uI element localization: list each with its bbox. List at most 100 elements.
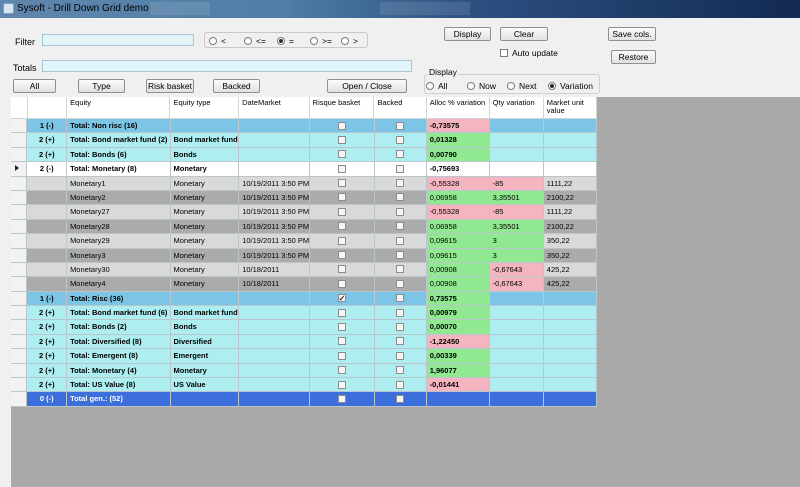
cell-equity-type[interactable]: Bonds [170, 147, 240, 163]
backed-checkbox[interactable] [396, 351, 405, 360]
cell-equity-type[interactable]: Monetary [170, 248, 240, 263]
backed-checkbox[interactable] [396, 121, 405, 130]
cell-qty-variation[interactable] [489, 349, 544, 364]
cell-qty-variation[interactable]: 3,35501 [489, 190, 544, 206]
risque-basket-checkbox[interactable] [337, 351, 346, 360]
table-row[interactable]: 1 (-) Total: Non risc (16) -0,73575 [11, 119, 598, 134]
cell-qty-variation[interactable] [489, 334, 544, 350]
cell-qty-variation[interactable] [489, 119, 544, 134]
cell-alloc-variation[interactable]: -0,75693 [426, 162, 490, 177]
cell-backed[interactable] [374, 334, 427, 350]
cell-qty-variation[interactable] [489, 133, 544, 148]
cell-market-unit-value[interactable]: 2100,22 [543, 190, 598, 206]
cell-market-unit-value[interactable] [543, 133, 598, 148]
level-toggle[interactable]: 2 (+) [27, 334, 68, 350]
table-row[interactable]: 2 (+) Total: Diversified (8) Diversified -1… [11, 334, 598, 350]
cell-equity[interactable]: Total: Emergent (8) [67, 349, 171, 364]
cell-market-unit-value[interactable] [543, 119, 598, 134]
cell-backed[interactable] [374, 219, 427, 235]
cell-alloc-variation[interactable]: -1,22450 [426, 334, 490, 350]
risque-basket-checkbox[interactable] [337, 251, 346, 260]
type-button[interactable]: Type [78, 79, 125, 93]
risque-basket-checkbox[interactable] [337, 292, 346, 305]
row-selector[interactable] [11, 119, 28, 134]
cell-risque-basket[interactable] [309, 291, 375, 307]
column-header-backed[interactable]: Backed [374, 97, 427, 119]
cell-equity[interactable]: Total: Diversified (8) [67, 334, 171, 350]
cell-equity[interactable]: Monetary4 [67, 277, 171, 292]
comparator-eq[interactable]: = [277, 36, 294, 46]
cell-equity[interactable]: Total: Bond market fund (2) [67, 133, 171, 148]
cell-backed[interactable] [374, 320, 427, 335]
table-row[interactable]: 1 (-)Total: Risc (36) 0,73575 [11, 291, 598, 307]
cell-risque-basket[interactable] [309, 147, 375, 163]
row-selector[interactable] [11, 234, 28, 249]
level-toggle[interactable] [27, 190, 68, 206]
column-header-date-market[interactable]: DateMarket [239, 97, 310, 119]
backed-checkbox[interactable] [396, 251, 405, 260]
cell-equity-type[interactable] [170, 291, 240, 307]
backed-checkbox[interactable] [396, 265, 405, 274]
risque-basket-checkbox[interactable] [337, 366, 346, 375]
risque-basket-checkbox[interactable] [337, 380, 346, 389]
cell-risque-basket[interactable] [309, 262, 375, 278]
risque-basket-checkbox[interactable] [337, 308, 346, 317]
cell-backed[interactable] [374, 349, 427, 364]
cell-equity[interactable]: Total: Bonds (2) [67, 320, 171, 335]
cell-market-unit-value[interactable] [543, 147, 598, 163]
risque-basket-checkbox[interactable] [337, 179, 346, 188]
display-next-radio[interactable]: Next [507, 81, 536, 91]
cell-alloc-variation[interactable]: 0,00908 [426, 277, 490, 292]
cell-backed[interactable] [374, 133, 427, 148]
level-toggle[interactable]: 1 (-) [27, 291, 68, 307]
cell-backed[interactable] [374, 176, 427, 191]
table-row[interactable]: 2 (+) Total: Emergent (8) Emergent 0,00339 [11, 349, 598, 364]
cell-alloc-variation[interactable]: 1,96077 [426, 363, 490, 379]
cell-equity-type[interactable]: Monetary [170, 234, 240, 249]
restore-button[interactable]: Restore [611, 50, 656, 64]
risque-basket-checkbox[interactable] [337, 121, 346, 130]
row-selector[interactable] [11, 378, 28, 393]
level-toggle[interactable]: 2 (+) [27, 320, 68, 335]
row-selector[interactable] [11, 262, 28, 278]
cell-market-unit-value[interactable] [543, 320, 598, 335]
risque-basket-checkbox[interactable] [337, 236, 346, 245]
cell-risque-basket[interactable] [309, 349, 375, 364]
cell-equity[interactable]: Total: Monetary (8) [67, 162, 171, 177]
backed-checkbox[interactable] [396, 164, 405, 173]
cell-alloc-variation[interactable]: 0,01328 [426, 133, 490, 148]
cell-qty-variation[interactable]: -0,67643 [489, 277, 544, 292]
cell-market-unit-value[interactable] [543, 334, 598, 350]
comparator-lt[interactable]: < [209, 36, 226, 46]
cell-backed[interactable] [374, 190, 427, 206]
row-selector[interactable] [11, 392, 28, 407]
level-toggle[interactable]: 2 (+) [27, 147, 68, 163]
column-header-alloc-variation[interactable]: Alloc % variation [426, 97, 490, 119]
cell-equity[interactable]: Total: Monetary (4) [67, 363, 171, 379]
cell-equity-type[interactable] [170, 392, 240, 407]
risque-basket-checkbox[interactable] [337, 337, 346, 346]
cell-market-unit-value[interactable] [543, 162, 598, 177]
cell-qty-variation[interactable] [489, 306, 544, 321]
open-close-button[interactable]: Open / Close [327, 79, 407, 93]
level-toggle[interactable]: 2 (+) [27, 363, 68, 379]
cell-equity-type[interactable]: Diversified [170, 334, 240, 350]
backed-checkbox[interactable] [396, 222, 405, 231]
table-row[interactable]: Monetary27 Monetary 10/19/2011 3:50 PM -0,5… [11, 205, 598, 220]
cell-qty-variation[interactable]: 3,35501 [489, 219, 544, 235]
row-selector[interactable] [11, 147, 28, 163]
cell-equity-type[interactable]: Monetary [170, 219, 240, 235]
cell-equity-type[interactable] [170, 119, 240, 134]
display-variation-radio[interactable]: Variation [548, 81, 593, 91]
column-header-qty-variation[interactable]: Qty variation [489, 97, 544, 119]
cell-date-market[interactable]: 10/19/2011 3:50 PM [239, 219, 310, 235]
totals-input[interactable] [42, 60, 412, 72]
cell-risque-basket[interactable] [309, 320, 375, 335]
level-toggle[interactable] [27, 234, 68, 249]
cell-date-market[interactable] [239, 306, 310, 321]
cell-alloc-variation[interactable]: 0,09615 [426, 248, 490, 263]
cell-alloc-variation[interactable]: 0,06958 [426, 219, 490, 235]
cell-qty-variation[interactable]: -0,67643 [489, 262, 544, 278]
cell-date-market[interactable]: 10/18/2011 [239, 277, 310, 292]
risque-basket-checkbox[interactable] [337, 150, 346, 159]
